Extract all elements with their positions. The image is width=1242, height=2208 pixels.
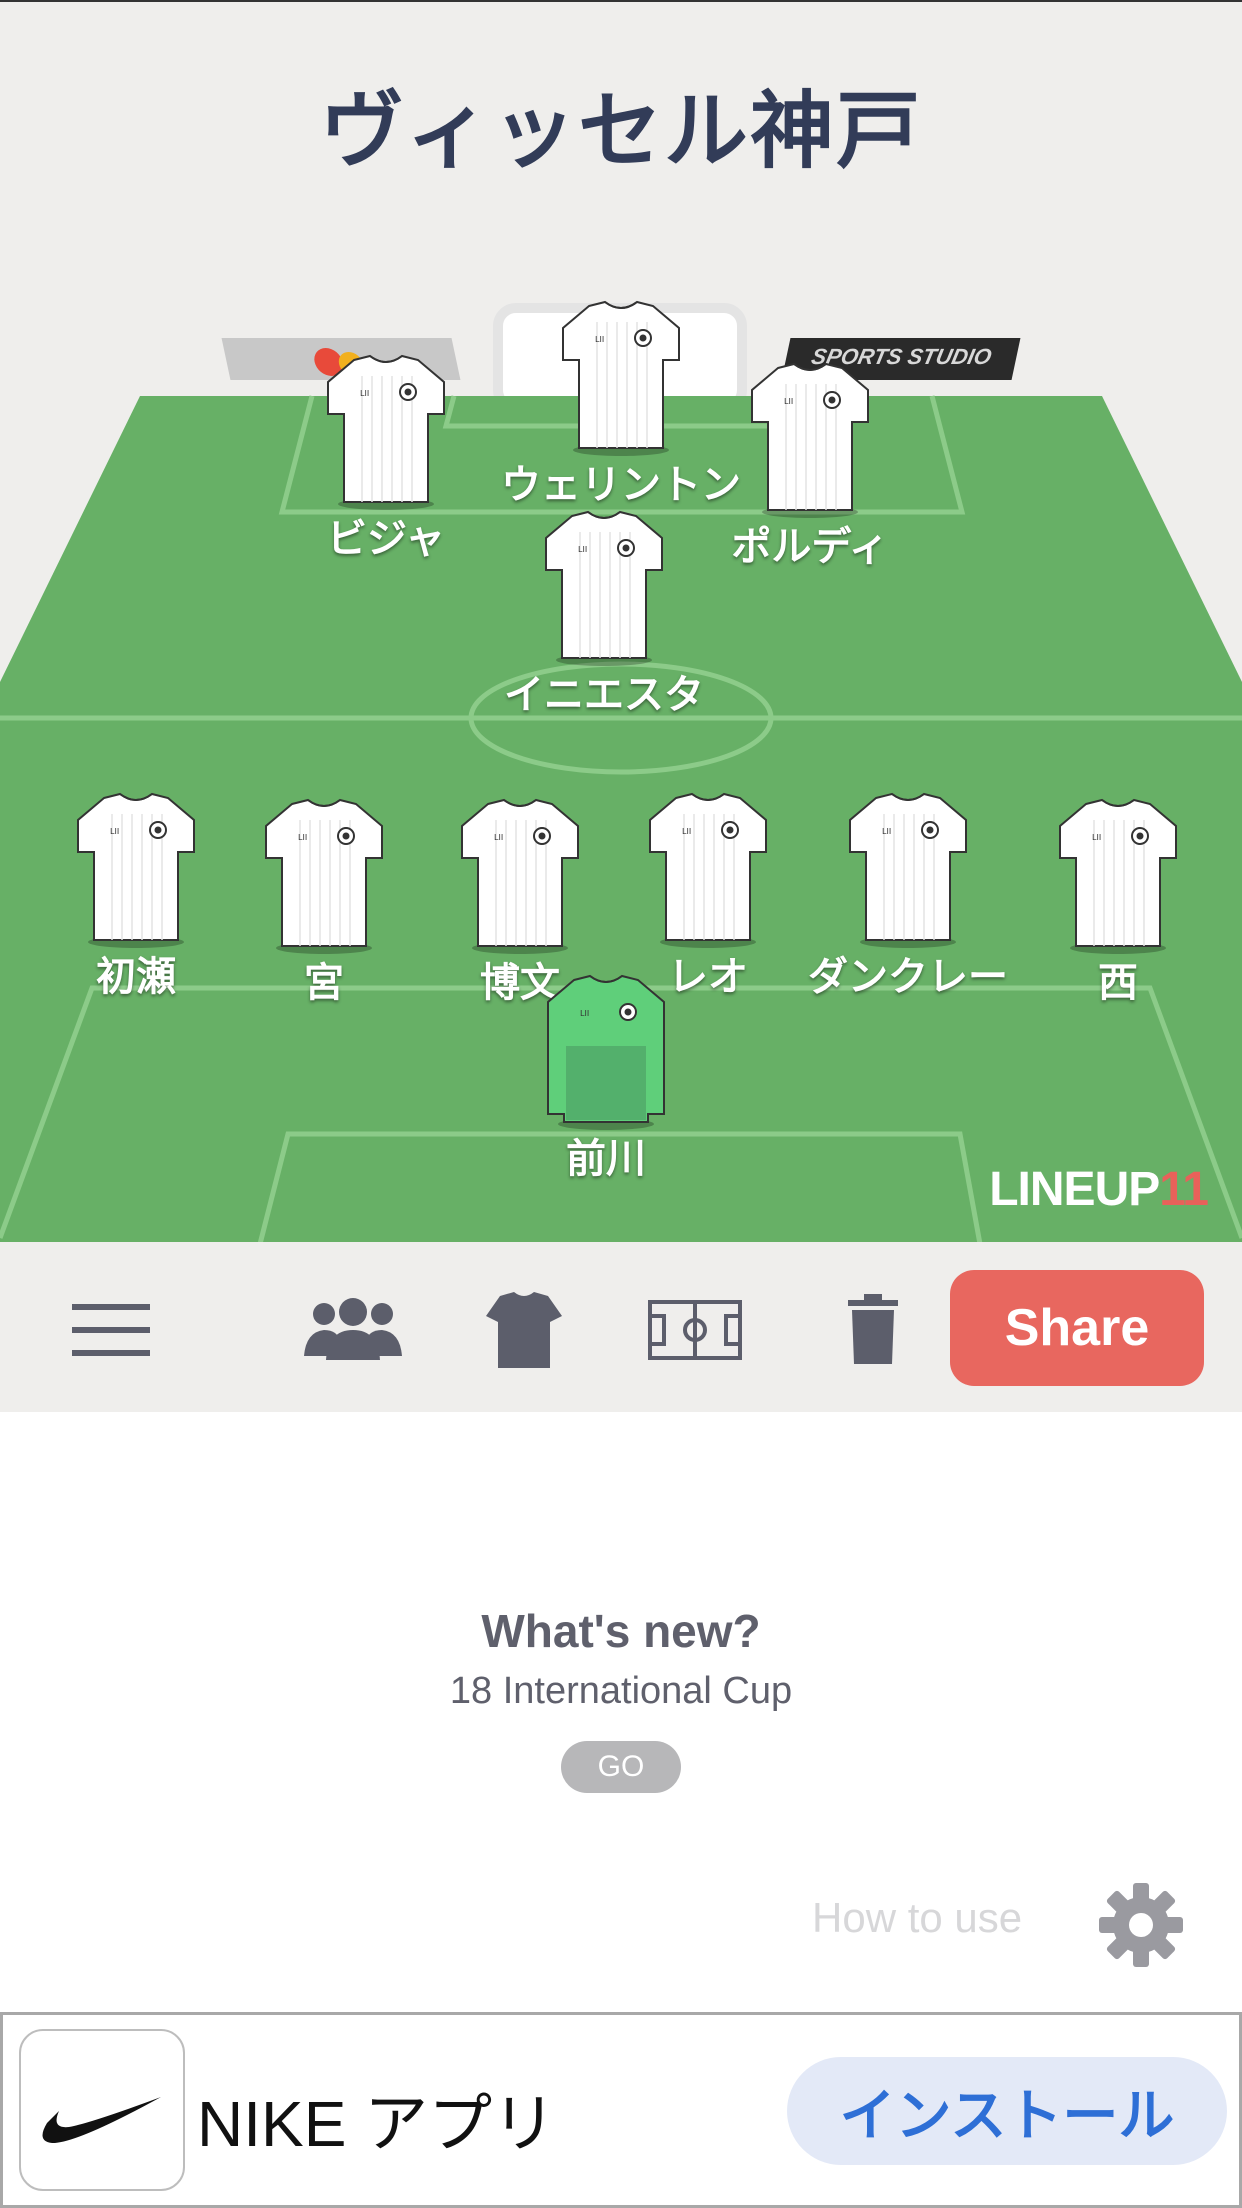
whats-new-subtitle: 18 International Cup [449,1670,793,1712]
gear-icon[interactable] [1098,1882,1184,1968]
shirt-icon: LII [998,798,1238,954]
goalkeeper-shirt-icon: LII [486,974,726,1130]
ad-banner[interactable]: NIKE アプリ インストール [0,2012,1242,2208]
svg-text:LII: LII [578,545,587,554]
hamburger-icon[interactable] [72,1304,150,1356]
share-button[interactable]: Share [950,1270,1204,1386]
player-slot[interactable]: LII ビジャ [266,354,506,564]
svg-text:LII: LII [580,1009,589,1018]
player-slot[interactable]: LII ダンクレー [788,792,1028,1002]
whats-new-section: What's new? 18 International Cup GO [0,1604,1242,1793]
svg-text:LII: LII [882,827,891,836]
shirt-icon: LII [266,354,506,510]
pitch-icon[interactable] [648,1300,742,1360]
svg-text:LII: LII [494,833,503,842]
player-name: ビジャ [327,516,445,562]
lineup11-logo: LINEUP11 [989,1163,1209,1216]
ad-title: NIKE アプリ [197,2088,557,2160]
shirt-icon: LII [788,792,1028,948]
svg-text:LII: LII [360,389,369,398]
install-button[interactable]: インストール [787,2057,1227,2165]
player-name: 西 [1098,960,1138,1006]
svg-text:LII: LII [595,335,604,344]
svg-text:LII: LII [298,833,307,842]
svg-text:LII: LII [682,827,691,836]
svg-text:LII: LII [1092,833,1101,842]
nike-logo [19,2029,185,2191]
svg-text:LII: LII [110,827,119,836]
shirt-icon[interactable] [486,1292,562,1368]
whats-new-title: What's new? [481,1605,761,1657]
player-name: イニエスタ [504,672,704,718]
people-icon[interactable] [304,1298,402,1362]
trash-icon[interactable] [848,1294,898,1364]
player-name: ダンクレー [808,954,1008,1000]
go-button[interactable]: GO [561,1741,681,1793]
svg-text:LII: LII [784,397,793,406]
toolbar: Share [0,1242,1242,1412]
nike-swoosh-icon [42,2097,161,2143]
player-name: 前川 [566,1136,646,1182]
shirt-icon: LII [484,510,724,666]
shirt-icon: LII [690,362,930,518]
player-slot[interactable]: LII ポルディ [690,362,930,572]
lineup-board: ヴィッセル神戸 SPORTS STUDIO LII ウェリントン LII ビジャ… [0,0,1242,1244]
how-to-use-link[interactable]: How to use [812,1894,1022,1942]
player-name: ポルディ [731,524,889,570]
player-slot[interactable]: LII イニエスタ [484,510,724,720]
player-goalkeeper[interactable]: LII 前川 [486,974,726,1184]
player-slot[interactable]: LII 西 [998,798,1238,1008]
